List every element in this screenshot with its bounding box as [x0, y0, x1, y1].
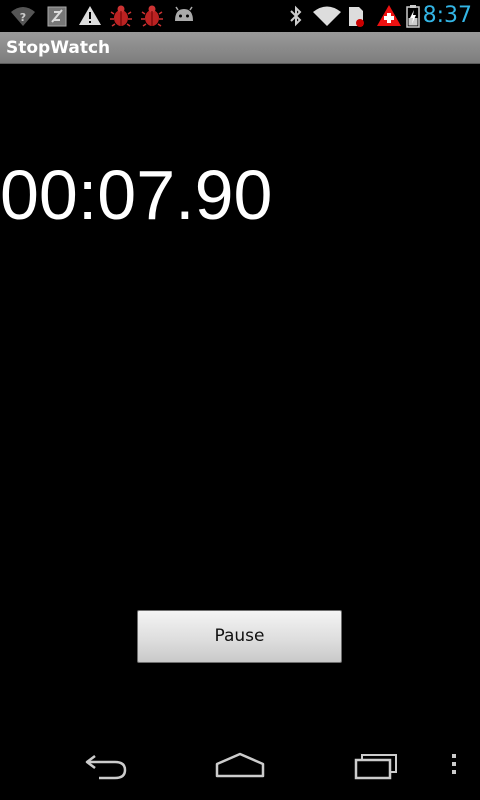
overflow-menu-button[interactable] — [428, 746, 478, 782]
recent-apps-icon — [346, 746, 406, 782]
stopwatch-screen: ? 8:37 StopWatch 00:07.90 Pause — [0, 0, 480, 800]
wifi-question-icon: ? — [10, 4, 36, 28]
bug-icon — [110, 4, 132, 28]
app-title-bar: StopWatch — [0, 32, 480, 64]
recent-apps-button[interactable] — [346, 746, 406, 782]
app-title: StopWatch — [6, 38, 111, 58]
menu-icon — [428, 746, 478, 782]
pause-button[interactable]: Pause — [137, 610, 342, 663]
bug-icon — [141, 4, 163, 28]
android-icon — [172, 4, 196, 28]
wifi-icon — [312, 4, 342, 28]
alert-plus-icon — [376, 4, 402, 28]
elapsed-time-display: 00:07.90 — [0, 156, 273, 234]
battery-charging-icon — [406, 4, 420, 28]
bluetooth-icon — [288, 4, 304, 28]
warning-icon — [78, 4, 102, 28]
svg-text:?: ? — [20, 11, 26, 24]
usb-debug-icon — [46, 4, 68, 28]
sd-card-icon — [346, 4, 366, 28]
back-button[interactable] — [76, 746, 136, 782]
status-bar: ? 8:37 — [0, 0, 480, 32]
navigation-bar — [0, 728, 480, 800]
back-icon — [76, 746, 136, 782]
home-icon — [210, 746, 270, 782]
home-button[interactable] — [210, 746, 270, 782]
status-clock: 8:37 — [422, 3, 472, 28]
